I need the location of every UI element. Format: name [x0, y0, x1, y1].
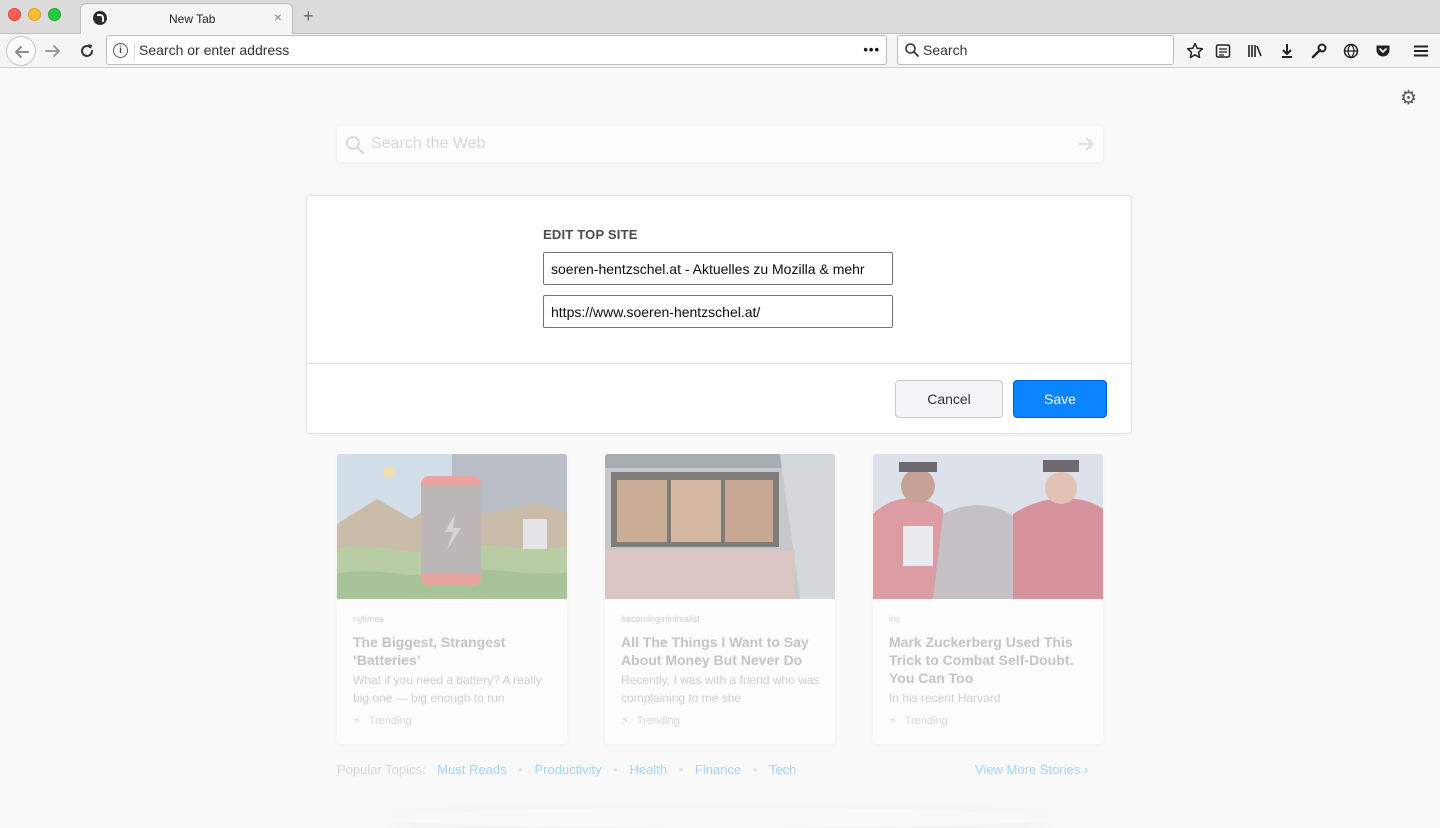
cancel-button[interactable]: Cancel: [895, 380, 1003, 418]
menu-icon[interactable]: [1412, 42, 1430, 60]
new-tab-button[interactable]: +: [303, 5, 314, 27]
maximize-window-button[interactable]: [48, 8, 61, 21]
card-description: In his recent Harvard: [889, 691, 1001, 705]
forward-button[interactable]: [42, 40, 64, 62]
site-title-input[interactable]: [543, 252, 893, 285]
web-search-input[interactable]: [371, 126, 1051, 162]
card-title: The Biggest, Strangest ‘Batteries’: [353, 634, 506, 668]
url-bar[interactable]: i •••: [106, 35, 887, 65]
story-card[interactable]: nytimes The Biggest, Strangest ‘Batterie…: [337, 454, 567, 744]
firefox-favicon-icon: [93, 11, 107, 25]
search-bar[interactable]: [897, 35, 1174, 65]
topic-link[interactable]: Health: [629, 762, 667, 777]
search-icon: [346, 136, 364, 154]
reload-icon: [81, 44, 93, 57]
reload-button[interactable]: [76, 40, 98, 62]
tab-close-icon[interactable]: ×: [274, 10, 282, 24]
card-source: becomingminimalist: [621, 614, 701, 624]
minimize-window-button[interactable]: [28, 8, 41, 21]
reader-mode-icon[interactable]: [1214, 42, 1232, 60]
chevron-right-icon: ›: [1083, 762, 1089, 777]
nav-bar: i •••: [0, 34, 1440, 68]
view-more-stories-link[interactable]: View More Stories ›: [975, 762, 1088, 777]
tab-new-tab[interactable]: New Tab ×: [80, 3, 293, 35]
card-description: Recently, I was with a friend who was co…: [621, 673, 820, 705]
popular-topics: Popular Topics: Must Reads • Productivit…: [337, 762, 796, 777]
web-search-box[interactable]: [337, 126, 1103, 162]
bolt-icon: ⚡: [621, 715, 629, 727]
save-button[interactable]: Save: [1013, 380, 1107, 418]
card-trend-label: ⚡ Trending: [889, 715, 948, 727]
topic-link[interactable]: Tech: [769, 762, 796, 777]
card-trend-label: ⚡ Trending: [621, 715, 680, 727]
bookmark-star-icon[interactable]: [1186, 42, 1204, 60]
card-title: Mark Zuckerberg Used This Trick to Comba…: [889, 634, 1074, 686]
back-arrow-icon: [15, 46, 29, 58]
dialog-title: EDIT TOP SITE: [543, 227, 638, 242]
pocket-icon[interactable]: [1374, 42, 1392, 60]
library-icon[interactable]: [1246, 42, 1264, 60]
forward-arrow-icon: [45, 45, 60, 57]
url-separator: [134, 42, 135, 60]
topic-separator: •: [518, 762, 523, 777]
topics-label: Popular Topics:: [337, 762, 426, 777]
downloads-icon[interactable]: [1278, 42, 1296, 60]
card-trend-label: ⚡ Trending: [353, 715, 412, 727]
card-title: All The Things I Want to Say About Money…: [621, 634, 809, 668]
card-source: inc: [889, 614, 901, 624]
search-input[interactable]: [923, 36, 1163, 64]
site-url-input[interactable]: [543, 295, 893, 328]
bolt-icon: ⚡: [889, 715, 897, 727]
edit-top-site-dialog: EDIT TOP SITE Cancel Save: [306, 195, 1132, 434]
story-image: [873, 454, 1103, 599]
new-tab-page: ⚙ nytimes The Biggest, Strangest ‘Batter…: [0, 68, 1440, 822]
arrow-right-icon[interactable]: [1077, 135, 1095, 153]
section-shadow: [380, 808, 1060, 828]
close-window-button[interactable]: [8, 8, 21, 21]
search-icon: [905, 43, 919, 57]
card-source: nytimes: [353, 614, 385, 624]
dialog-divider: [307, 363, 1131, 364]
topic-separator: •: [678, 762, 684, 777]
topic-link[interactable]: Must Reads: [437, 762, 506, 777]
wrench-icon[interactable]: [1310, 42, 1328, 60]
topic-link[interactable]: Productivity: [534, 762, 601, 777]
url-input[interactable]: [139, 36, 839, 64]
back-button[interactable]: [6, 36, 36, 66]
topic-link[interactable]: Finance: [695, 762, 741, 777]
story-image: [605, 454, 835, 599]
story-image: [337, 454, 567, 599]
topic-separator: •: [752, 762, 758, 777]
topic-separator: •: [613, 762, 618, 777]
gear-icon[interactable]: ⚙: [1400, 89, 1418, 108]
page-actions-icon[interactable]: •••: [863, 42, 880, 58]
info-icon[interactable]: i: [113, 43, 128, 58]
globe-icon[interactable]: [1342, 42, 1360, 60]
card-description: What if you need a battery? A really big…: [353, 673, 542, 705]
story-card[interactable]: inc Mark Zuckerberg Used This Trick to C…: [873, 454, 1103, 744]
story-card[interactable]: becomingminimalist All The Things I Want…: [605, 454, 835, 744]
bolt-icon: ⚡: [353, 715, 361, 727]
tab-strip: New Tab × +: [0, 0, 1440, 35]
tab-title: New Tab: [169, 12, 216, 26]
